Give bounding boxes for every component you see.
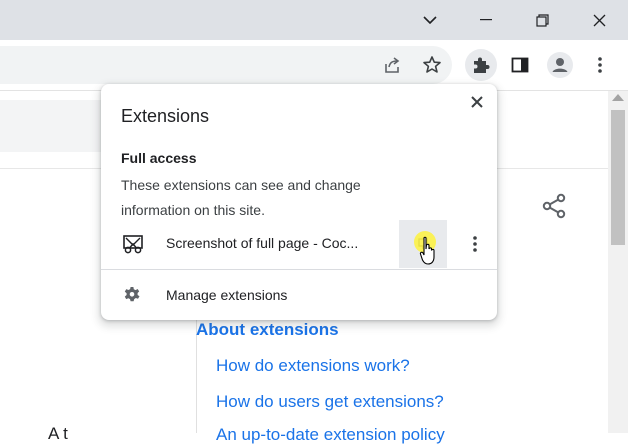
title-bar <box>0 0 628 40</box>
extensions-button[interactable] <box>465 49 497 81</box>
extensions-menu-title: Extensions <box>121 106 210 126</box>
side-panel-icon <box>511 57 529 73</box>
side-panel-button[interactable] <box>504 49 536 81</box>
extension-policy-link[interactable]: An up-to-date extension policy <box>216 425 445 445</box>
star-icon <box>423 56 441 73</box>
profile-button[interactable] <box>544 49 576 81</box>
extension-name: Screenshot of full page - Coc... <box>166 235 359 251</box>
scrollbar-thumb[interactable] <box>611 110 625 245</box>
restore-button[interactable] <box>514 0 570 40</box>
chevron-down-icon <box>423 16 437 24</box>
extensions-menu: Extensions Full access These extensions … <box>101 84 497 320</box>
gear-icon <box>124 287 140 302</box>
manage-extensions-item[interactable]: Manage extensions <box>101 270 497 320</box>
about-extensions-link[interactable]: About extensions <box>196 320 339 340</box>
how-users-get-extensions-link[interactable]: How do users get extensions? <box>216 392 444 412</box>
share-icon[interactable] <box>540 192 568 220</box>
how-extensions-work-link[interactable]: How do extensions work? <box>216 356 410 376</box>
browser-menu-button[interactable] <box>584 49 616 81</box>
kebab-menu-icon <box>598 57 602 73</box>
close-menu-button[interactable] <box>465 90 489 114</box>
share-icon <box>385 57 400 73</box>
close-icon <box>471 96 483 108</box>
restore-icon <box>535 13 549 27</box>
scroll-up-arrow-icon[interactable] <box>612 94 624 101</box>
minimize-icon <box>480 19 492 21</box>
share-page-button[interactable] <box>376 49 408 81</box>
kebab-menu-icon <box>473 236 477 252</box>
tab-search-button[interactable] <box>402 0 458 40</box>
minimize-button[interactable] <box>458 0 514 40</box>
page-banner <box>0 100 110 152</box>
puzzle-icon <box>474 57 490 73</box>
manage-extensions-label: Manage extensions <box>166 287 288 303</box>
profile-icon <box>547 52 573 78</box>
close-window-button[interactable] <box>571 0 627 40</box>
extension-more-button[interactable] <box>463 232 487 256</box>
close-icon <box>593 14 605 26</box>
body-text: A t <box>48 424 68 443</box>
screenshot-extension-icon <box>123 235 143 254</box>
full-access-description: These extensions can see and change info… <box>121 177 361 218</box>
full-access-heading: Full access <box>121 150 197 166</box>
mouse-cursor-icon <box>419 236 435 265</box>
bookmark-button[interactable] <box>416 49 448 81</box>
